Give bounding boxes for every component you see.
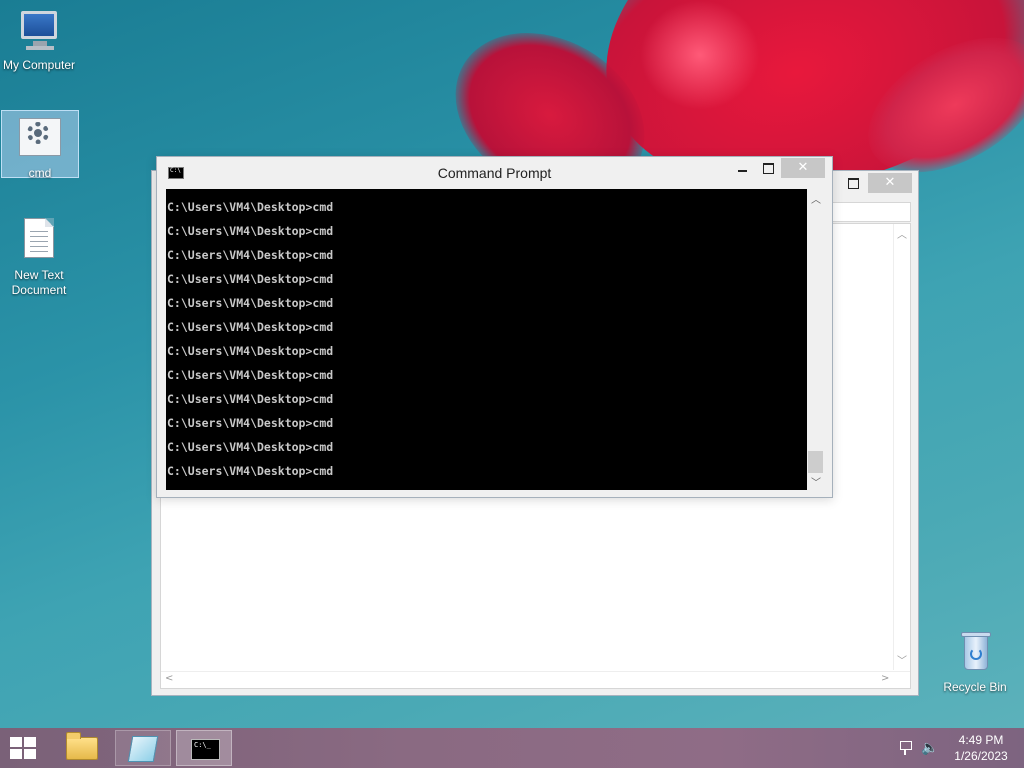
command-prompt-window[interactable]: Command Prompt ✕ C:\Users\VM4\Desktop>cm… [156,156,833,498]
clock-date: 1/26/2023 [954,749,1008,763]
system-clock[interactable]: 4:49 PM 1/26/2023 [948,732,1014,764]
scroll-up-icon[interactable]: ︿ [897,226,907,241]
scroll-right-icon[interactable]: > [881,673,889,684]
console-line: C:\Users\VM4\Desktop>cmd [167,320,334,334]
computer-icon [16,8,62,54]
console-line: C:\Users\VM4\Desktop>cmd [167,200,334,214]
desktop-icon-cmd[interactable]: cmd [1,110,79,180]
console-line: C:\Users\VM4\Desktop>cmd [167,248,334,262]
scroll-down-icon[interactable]: ﹀ [897,652,907,667]
vertical-scrollbar[interactable]: ︿ ﹀ [893,224,910,670]
console-line: C:\Users\VM4\Desktop>cmd [167,272,334,286]
console-line: C:\Users\VM4\Desktop>cmd [167,296,334,310]
desktop-icon-recycle-bin[interactable]: Recycle Bin [936,630,1014,695]
recycle-bin-icon [952,630,998,676]
scroll-down-icon[interactable]: ﹀ [811,474,821,489]
scroll-left-icon[interactable]: < [165,673,173,684]
desktop-icon-label: My Computer [2,58,76,72]
console-line: C:\Users\VM4\Desktop>cmd [167,392,334,406]
text-document-icon [16,218,62,264]
taskbar-file-explorer[interactable] [54,730,110,766]
windows-logo-icon [10,737,22,747]
desktop-icon-new-text-document[interactable]: New Text Document [0,218,78,298]
scrollbar-thumb[interactable] [808,451,823,473]
folder-icon [66,732,98,760]
start-button[interactable] [8,736,38,760]
console-scrollbar[interactable]: ︿ ﹀ [807,189,824,490]
console-line: C:\Users\VM4\Desktop>cmd [167,464,334,478]
taskbar: 🔈 4:49 PM 1/26/2023 [0,728,1024,768]
desktop-icon-label: New Text Document [11,268,67,297]
gear-icon [17,116,63,162]
horizontal-scrollbar[interactable]: < > [161,671,910,688]
desktop-icon-label: cmd [28,166,52,180]
minimize-button[interactable] [729,158,755,178]
volume-icon[interactable]: 🔈 [921,739,939,757]
title-bar[interactable]: Command Prompt ✕ [157,157,832,189]
console-line: C:\Users\VM4\Desktop>cmd [167,224,334,238]
console-line: C:\Users\VM4\Desktop>cmd [167,344,334,358]
command-prompt-icon [191,739,220,760]
scroll-up-icon[interactable]: ︿ [811,191,821,206]
console-line: C:\Users\VM4\Desktop>cmd [167,440,334,454]
maximize-button[interactable] [840,173,866,193]
close-button[interactable]: ✕ [868,173,912,193]
desktop-icon-label: Recycle Bin [943,680,1007,694]
taskbar-notebook-app[interactable] [115,730,171,766]
wallpaper-petal [640,0,760,110]
close-button[interactable]: ✕ [781,158,825,178]
console-output[interactable]: C:\Users\VM4\Desktop>cmd C:\Users\VM4\De… [166,189,807,490]
taskbar-command-prompt[interactable] [176,730,232,766]
network-icon[interactable] [899,740,913,756]
console-line: C:\Users\VM4\Desktop>cmd [167,416,334,430]
notebook-icon [127,736,159,762]
console-line: C:\Users\VM4\Desktop>cmd [167,368,334,382]
clock-time: 4:49 PM [958,733,1004,747]
desktop-icon-my-computer[interactable]: My Computer [0,8,78,73]
maximize-button[interactable] [755,158,781,178]
